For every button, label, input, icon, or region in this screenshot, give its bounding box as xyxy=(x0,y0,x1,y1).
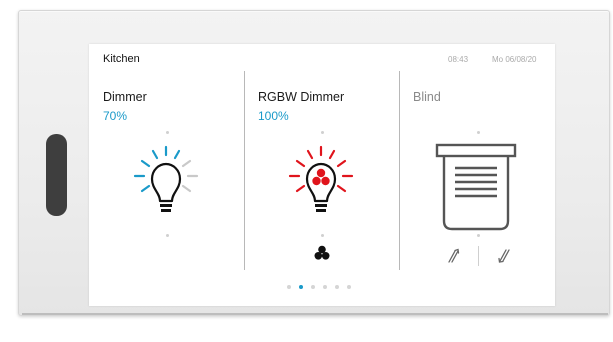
dimmer-card[interactable]: Dimmer 70% xyxy=(89,72,243,272)
clock-time: 08:43 xyxy=(448,55,469,64)
room-title: Kitchen xyxy=(103,53,140,65)
page-dot[interactable] xyxy=(287,285,291,289)
slider-top-dot xyxy=(166,131,169,134)
blind-controls-divider xyxy=(478,246,479,266)
clock-date: Mo 06/08/20 xyxy=(492,55,537,64)
page-dot[interactable] xyxy=(335,285,339,289)
lightbulb-icon[interactable] xyxy=(132,145,202,225)
blind-title: Blind xyxy=(413,90,441,104)
dimmer-value: 70% xyxy=(103,109,128,123)
hardware-side-button[interactable] xyxy=(46,134,67,216)
blind-down-icon[interactable] xyxy=(496,248,512,264)
page-dot[interactable] xyxy=(347,285,351,289)
touch-screen: Kitchen 08:43 Mo 06/08/20 Dimmer 70% RGB… xyxy=(89,44,555,306)
rgbw-dimmer-value: 100% xyxy=(258,109,289,123)
slider-bottom-dot xyxy=(321,234,324,237)
page-dot-active[interactable] xyxy=(299,285,303,289)
page-dot[interactable] xyxy=(323,285,327,289)
page-dot[interactable] xyxy=(311,285,315,289)
blind-up-icon[interactable] xyxy=(446,248,462,264)
rgbw-dimmer-title: RGBW Dimmer xyxy=(258,90,345,104)
slider-top-dot xyxy=(477,131,480,134)
blind-card[interactable]: Blind xyxy=(400,72,555,272)
slider-bottom-dot xyxy=(166,234,169,237)
rgbw-dimmer-card[interactable]: RGBW Dimmer 100% xyxy=(245,72,399,272)
slider-bottom-dot xyxy=(477,234,480,237)
blind-icon[interactable] xyxy=(433,141,519,233)
color-picker-icon[interactable] xyxy=(314,245,330,261)
slider-top-dot xyxy=(321,131,324,134)
page-indicator[interactable] xyxy=(287,285,359,293)
rgb-lightbulb-icon[interactable] xyxy=(287,145,357,225)
dimmer-title: Dimmer xyxy=(103,90,147,104)
panel-frame-edge xyxy=(22,313,608,315)
